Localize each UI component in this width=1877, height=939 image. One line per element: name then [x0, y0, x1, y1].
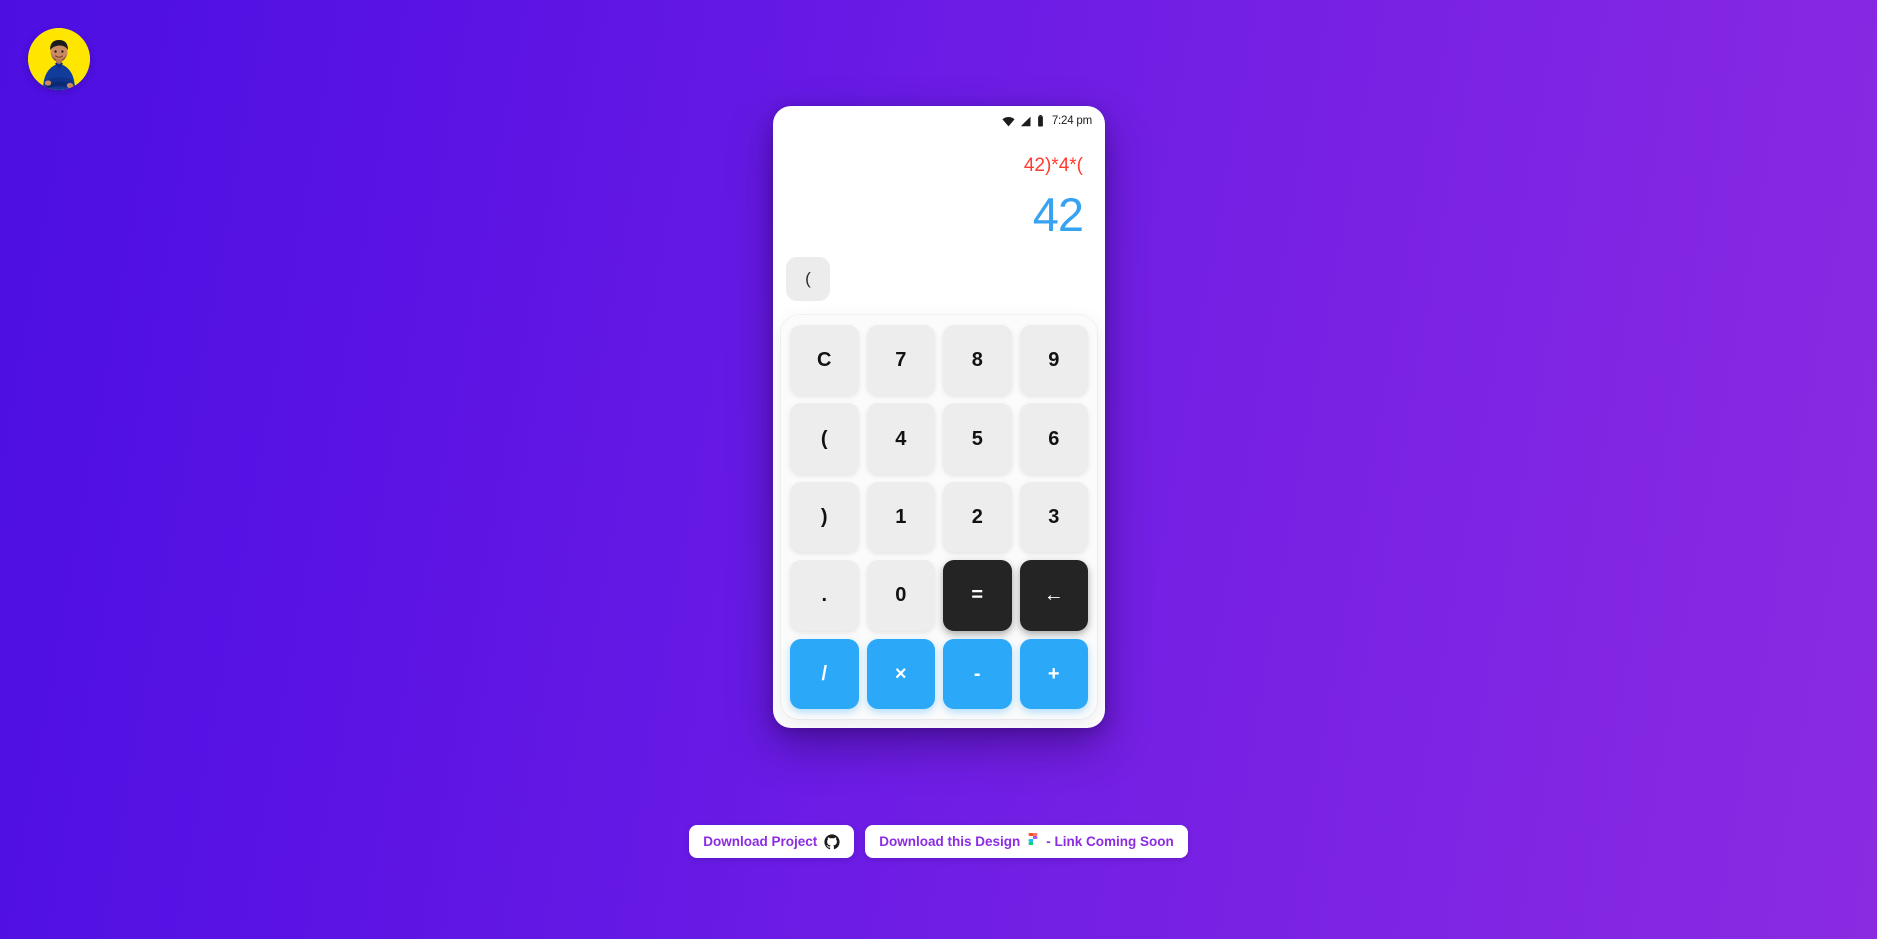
key-8[interactable]: 8 [943, 325, 1012, 396]
key-row: . 0 = ← [790, 560, 1088, 631]
status-bar-time: 7:24 pm [1051, 115, 1092, 127]
key-row: ) 1 2 3 [790, 481, 1088, 553]
profile-avatar[interactable] [28, 28, 90, 90]
history-chip-open-paren[interactable]: ( [786, 257, 830, 301]
signal-icon [1020, 116, 1031, 126]
wifi-icon [1002, 116, 1015, 126]
key-decimal[interactable]: . [790, 560, 859, 631]
battery-icon [1037, 115, 1043, 127]
github-icon [824, 833, 840, 849]
key-7[interactable]: 7 [866, 325, 935, 396]
expression-text: 42)*4*( [1023, 155, 1083, 176]
key-row: ( 4 5 6 [790, 403, 1088, 474]
key-row: C 7 8 9 [790, 325, 1088, 396]
key-2[interactable]: 2 [943, 481, 1012, 553]
key-9[interactable]: 9 [1019, 325, 1088, 396]
key-4[interactable]: 4 [866, 403, 935, 474]
download-project-button[interactable]: Download Project [689, 825, 855, 858]
result-text: 42 [1032, 188, 1084, 241]
figma-icon [1028, 832, 1038, 845]
key-0[interactable]: 0 [866, 560, 935, 631]
history-chip-strip: ( [773, 244, 1105, 301]
key-1[interactable]: 1 [866, 481, 935, 553]
key-open-paren[interactable]: ( [790, 403, 859, 474]
status-bar: 7:24 pm [773, 106, 1105, 130]
download-project-label: Download Project [703, 834, 818, 849]
avatar-illustration [28, 28, 90, 90]
download-design-label: Download this Design [879, 834, 1021, 849]
phone-mockup: 7:24 pm 42)*4*( 42 ( C 7 8 9 ( 4 5 6) 1… [773, 106, 1105, 728]
key-close-paren[interactable]: ) [790, 481, 859, 553]
key-backspace[interactable]: ← [1019, 560, 1088, 631]
key-equals[interactable]: = [943, 560, 1012, 631]
key-clear[interactable]: C [790, 325, 859, 396]
key-divide[interactable]: / [790, 638, 859, 710]
key-subtract[interactable]: - [943, 638, 1012, 710]
download-design-suffix: - Link Coming Soon [1046, 834, 1174, 849]
key-multiply[interactable]: × [866, 638, 935, 710]
key-3[interactable]: 3 [1019, 481, 1088, 553]
calculator-display: 42)*4*( 42 [773, 130, 1105, 244]
key-add[interactable]: + [1019, 638, 1088, 710]
key-row: / × - + [790, 638, 1088, 710]
calculator-app-card: 7:24 pm 42)*4*( 42 ( C 7 8 9 ( 4 5 6) 1… [773, 106, 1105, 728]
key-6[interactable]: 6 [1019, 403, 1088, 474]
footer-actions: Download Project Download this Design - … [0, 825, 1877, 858]
download-design-button[interactable]: Download this Design - Link Coming Soon [865, 825, 1188, 858]
key-5[interactable]: 5 [943, 403, 1012, 474]
keypad-panel: C 7 8 9 ( 4 5 6 ) 1 2 3 . 0 = ← / × - + [781, 315, 1097, 719]
